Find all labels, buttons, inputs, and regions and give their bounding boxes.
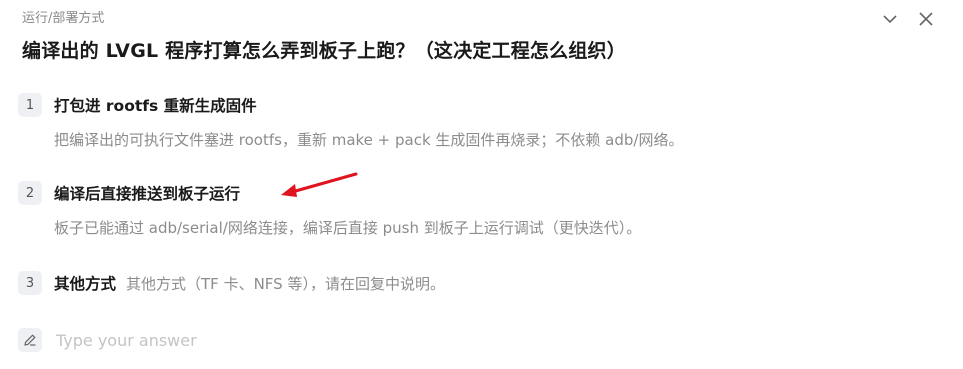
header-actions [879, 8, 937, 30]
option-description: 把编译出的可执行文件塞进 rootfs，重新 make + pack 生成固件再… [54, 131, 684, 149]
option-number: 3 [18, 271, 42, 295]
option-label[interactable]: 打包进 rootfs 重新生成固件 [54, 94, 257, 116]
question-title: 编译出的 LVGL 程序打算怎么弄到板子上跑？（这决定工程怎么组织） [22, 40, 626, 62]
option-label[interactable]: 其他方式 [54, 272, 116, 294]
option-number: 1 [18, 93, 42, 117]
close-icon[interactable] [915, 8, 937, 30]
option-description: 板子已能通过 adb/serial/网络连接，编译后直接 push 到板子上运行… [54, 219, 642, 237]
answer-row [18, 328, 458, 352]
option-1[interactable]: 1 打包进 rootfs 重新生成固件 把编译出的可执行文件塞进 rootfs，… [18, 93, 918, 150]
annotation-arrow [281, 172, 358, 197]
option-3[interactable]: 3 其他方式 其他方式（TF 卡、NFS 等），请在回复中说明。 [18, 271, 918, 295]
category-label: 运行/部署方式 [22, 11, 105, 26]
option-description: 其他方式（TF 卡、NFS 等），请在回复中说明。 [126, 274, 445, 293]
pencil-icon [18, 328, 42, 352]
option-label[interactable]: 编译后直接推送到板子运行 [54, 182, 240, 204]
chevron-down-icon[interactable] [879, 8, 901, 30]
option-number: 2 [18, 181, 42, 205]
option-2[interactable]: 2 编译后直接推送到板子运行 板子已能通过 adb/serial/网络连接，编译… [18, 181, 918, 238]
answer-input[interactable] [54, 329, 458, 351]
